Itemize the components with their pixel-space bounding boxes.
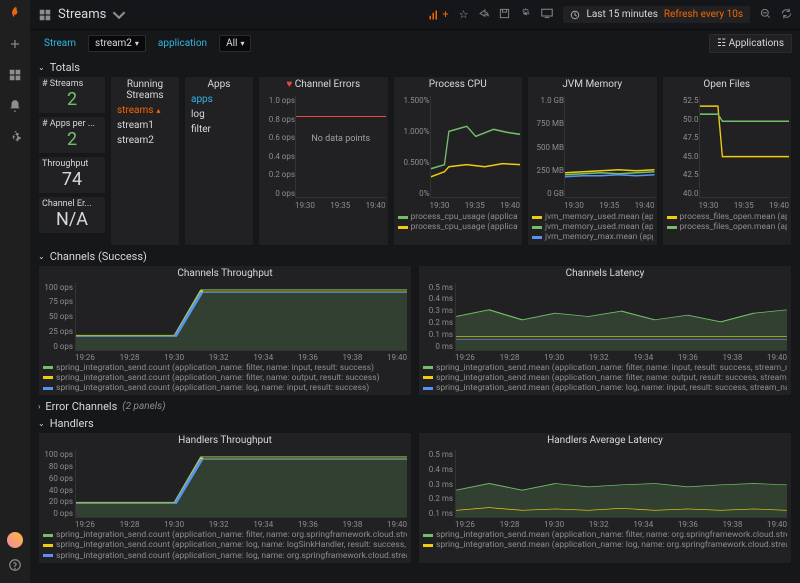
row-handlers[interactable]: ⌄Handlers bbox=[38, 417, 792, 430]
tv-icon[interactable] bbox=[541, 7, 553, 22]
list-item[interactable]: filter bbox=[185, 122, 253, 137]
panel-process-cpu: Process CPU 1.500%1.000%0.500%0% 19:3019… bbox=[393, 76, 524, 246]
alert-icon[interactable] bbox=[8, 99, 22, 116]
panel-jvm-memory: JVM Memory 1.0 GB750 MB500 MB250 MB0 GB … bbox=[527, 76, 658, 246]
dashboard-title: Streams bbox=[58, 7, 106, 22]
clock-icon bbox=[570, 10, 580, 20]
settings-icon[interactable] bbox=[520, 8, 531, 22]
refresh-interval-label: Refresh every 10s bbox=[664, 9, 743, 20]
panel-channels-throughput: Channels Throughput 100 ops75 ops50 ops2… bbox=[38, 265, 412, 397]
row-channels-success[interactable]: ⌄Channels (Success) bbox=[38, 250, 792, 263]
chevron-down-icon bbox=[112, 8, 126, 22]
stat-throughput: Throughput 74 bbox=[38, 156, 106, 194]
zoom-out-icon[interactable] bbox=[760, 8, 771, 22]
panel-handlers-throughput: Handlers Throughput 100 ops80 ops60 ops4… bbox=[38, 432, 412, 564]
applications-link[interactable]: ☷ Applications bbox=[709, 34, 792, 53]
panel-channels-latency: Channels Latency 0.5 ms0.4 ms0.3 ms0.2 m… bbox=[418, 265, 792, 397]
stat-apps-per: # Apps per ... 2 bbox=[38, 116, 106, 154]
list-item[interactable]: stream2 bbox=[111, 133, 179, 148]
var-stream-label: Stream bbox=[38, 36, 82, 51]
variable-bar: Stream stream2▾ application All▾ ☷ Appli… bbox=[30, 30, 800, 57]
list-item[interactable]: log bbox=[185, 107, 253, 122]
config-icon[interactable] bbox=[8, 130, 22, 147]
row-totals[interactable]: ⌄Totals bbox=[38, 61, 792, 74]
panel-handlers-latency: Handlers Average Latency 0.5 ms0.4 ms0.3… bbox=[418, 432, 792, 564]
panel-open-files: Open Files 52.550.047.545.042.540.0 19:3… bbox=[662, 76, 793, 246]
grafana-logo[interactable] bbox=[8, 6, 22, 23]
dashboard-picker[interactable]: Streams bbox=[38, 7, 126, 22]
topbar: Streams + ☆ Last 15 minutes Refresh ever… bbox=[30, 0, 800, 30]
share-icon[interactable] bbox=[478, 8, 489, 22]
refresh-icon[interactable] bbox=[781, 8, 792, 22]
add-icon[interactable] bbox=[8, 37, 22, 54]
panel-running-streams: Running Streams streams▴ stream1 stream2 bbox=[110, 76, 180, 246]
stat-channel-errors: Channel Er... N/A bbox=[38, 196, 106, 234]
panel-apps: Apps apps log filter bbox=[184, 76, 254, 246]
user-avatar[interactable] bbox=[7, 532, 23, 548]
insights-icon[interactable]: + bbox=[428, 8, 448, 21]
time-range-picker[interactable]: Last 15 minutes Refresh every 10s bbox=[563, 6, 750, 23]
star-icon[interactable]: ☆ bbox=[459, 8, 469, 21]
dashboards-icon[interactable] bbox=[8, 68, 22, 85]
stat-num-streams: # Streams 2 bbox=[38, 76, 106, 114]
save-icon[interactable] bbox=[499, 8, 510, 22]
help-icon[interactable] bbox=[8, 558, 22, 575]
var-app-label: application bbox=[152, 36, 213, 51]
row-error-channels[interactable]: ›Error Channels (2 panels) bbox=[38, 400, 792, 413]
time-range-label: Last 15 minutes bbox=[586, 9, 657, 20]
sidebar bbox=[0, 0, 30, 583]
list-item[interactable]: stream1 bbox=[111, 118, 179, 133]
list-item[interactable]: streams▴ bbox=[111, 103, 179, 118]
var-stream-dropdown[interactable]: stream2▾ bbox=[88, 35, 146, 52]
panel-channel-errors: ♥ Channel Errors 1.0 ops0.8 ops0.6 ops0.… bbox=[258, 76, 389, 246]
list-item[interactable]: apps bbox=[185, 92, 253, 107]
var-app-dropdown[interactable]: All▾ bbox=[219, 35, 251, 52]
